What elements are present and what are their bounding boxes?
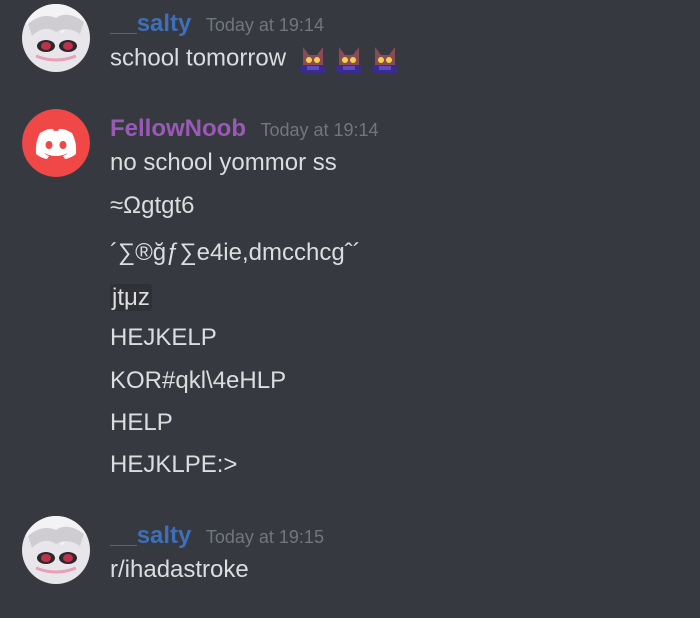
avatar[interactable] [22,109,90,177]
message-header: __salty Today at 19:14 [110,10,324,38]
username[interactable]: __salty [110,10,191,37]
message-header: __salty Today at 19:15 [110,522,324,550]
message-line: no school yommor ss [110,149,337,176]
message-line: HEJKLPE:> [110,451,238,478]
message-header: FellowNoob Today at 19:14 [110,115,379,143]
discord-logo-icon [22,109,90,177]
username[interactable]: __salty [110,522,191,549]
sad-cat-emoji[interactable] [369,43,401,75]
sad-cat-emoji[interactable] [297,43,329,75]
avatar[interactable] [22,4,90,72]
timestamp: Today at 19:14 [205,15,324,35]
inline-code: jtμz [110,284,152,311]
message-text: school tomorrow [110,44,287,72]
timestamp: Today at 19:14 [260,120,379,140]
message-line: ´∑®ğƒ∑e4ie,dmcchcgˆ´ [110,239,361,266]
message-line: jtμz [110,283,152,313]
sad-cat-emoji[interactable] [333,43,365,75]
timestamp: Today at 19:15 [205,527,324,547]
message-line: r/ihadastroke [110,556,249,583]
message-line: school tomorrow [110,43,401,75]
anime-avatar-icon [22,4,90,72]
avatar[interactable] [22,516,90,584]
message-line: ≈Ωgtgt6 [110,192,195,219]
message-line: HELP [110,409,173,436]
message-line: KOR#qkl\4eHLP [110,367,287,394]
message-line: HEJKELP [110,324,217,351]
username[interactable]: FellowNoob [110,115,246,142]
anime-avatar-icon [22,516,90,584]
